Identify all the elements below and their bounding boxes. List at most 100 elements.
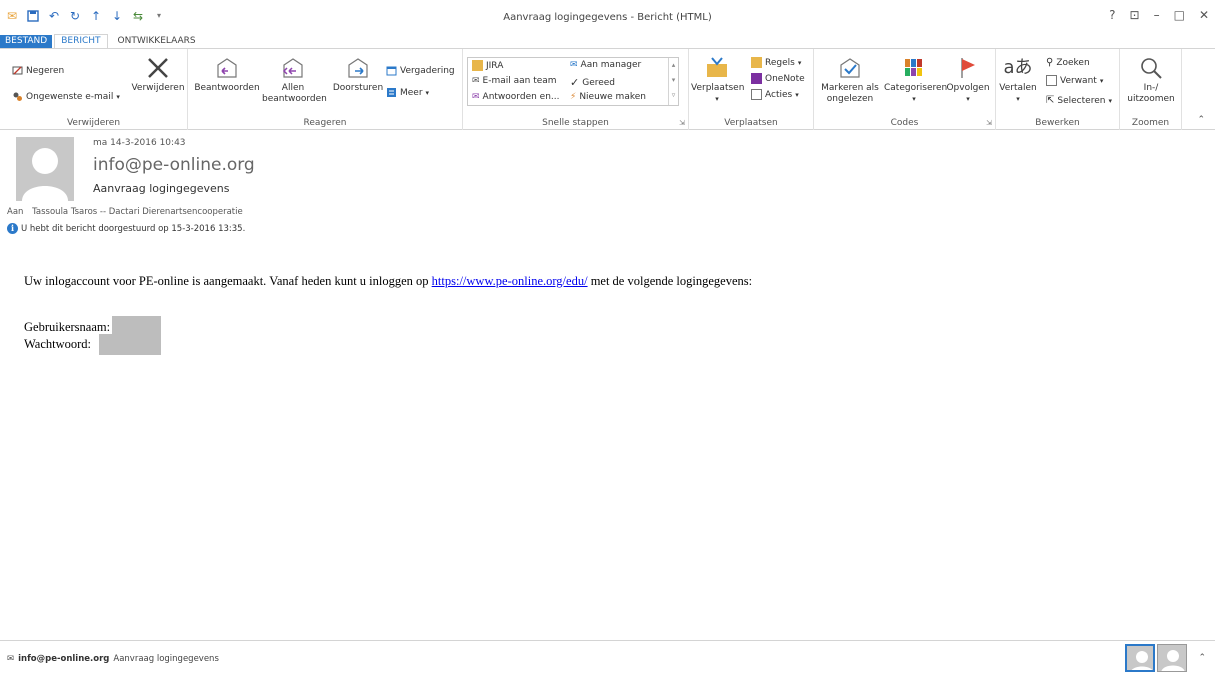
delete-icon (148, 58, 168, 78)
quickstep-gereed[interactable]: ✓ Gereed (570, 76, 615, 89)
group-snelle-stappen: JIRA ✉ Aan manager ✉ E-mail aan team ✓ G… (463, 49, 689, 130)
username-label: Gebruikersnaam: (24, 320, 111, 334)
group-zoomen: In-/ uitzoomen Zoomen (1120, 49, 1182, 130)
acties-button[interactable]: Acties ▾ (751, 89, 799, 100)
onenote-icon (751, 73, 762, 84)
ignore-icon (12, 66, 23, 75)
related-icon (1046, 75, 1057, 86)
meer-button[interactable]: Meer ▾ (386, 87, 429, 98)
markeren-ongelezen-button[interactable]: Markeren als ongelezen (818, 55, 882, 105)
ribbon-display-button[interactable]: ⊡ (1130, 8, 1140, 22)
message-sender[interactable]: info@pe-online.org (93, 155, 255, 175)
more-icon (387, 88, 396, 97)
ribbon-tabs: BESTAND BERICHT ONTWIKKELAARS (0, 34, 1215, 49)
mark-unread-icon (840, 58, 860, 78)
categoriseren-button[interactable]: Categoriseren ▾ (884, 55, 947, 105)
quick-steps-gallery: JIRA ✉ Aan manager ✉ E-mail aan team ✓ G… (467, 57, 679, 106)
dialog-launcher-icon[interactable]: ⇲ (986, 119, 992, 127)
password-redaction (99, 334, 161, 355)
verwijderen-button[interactable]: Verwijderen (130, 55, 186, 94)
people-avatar-selected[interactable] (1125, 644, 1155, 672)
dialog-launcher-icon[interactable]: ⇲ (679, 119, 685, 127)
allen-beantwoorden-button[interactable]: Allen beantwoorden (262, 55, 327, 105)
maximize-button[interactable]: □ (1174, 8, 1185, 22)
vergadering-button[interactable]: Vergadering (386, 65, 455, 76)
magnifier-icon (1141, 58, 1162, 79)
people-avatar[interactable] (1157, 644, 1187, 672)
group-label-verplaatsen: Verplaatsen (724, 118, 778, 128)
message-body-line: Uw inlogaccount voor PE-online is aangem… (24, 274, 753, 288)
forward-icon (348, 58, 368, 78)
group-reageren: Beantwoorden Allen beantwoorden Doorstur… (188, 49, 463, 130)
recipient-label: Aan (7, 207, 24, 217)
quickstep-email-team[interactable]: ✉ E-mail aan team (472, 76, 557, 86)
tab-bericht[interactable]: BERICHT (54, 34, 108, 49)
opvolgen-button[interactable]: Opvolgen ▾ (944, 55, 992, 105)
recipient-value[interactable]: Tassoula Tsaros -- Dactari Dierenartsenc… (32, 207, 243, 217)
message-recipient: Aan Tassoula Tsaros -- Dactari Dierenart… (7, 207, 243, 217)
flag-icon (961, 58, 975, 78)
group-bewerken: aあ Vertalen ▾ ⚲ Zoeken Verwant ▾ ⇱ Selecte… (996, 49, 1120, 130)
quickstep-aan-manager[interactable]: ✉ Aan manager (570, 60, 641, 70)
junk-icon (13, 92, 22, 101)
people-pane-summary[interactable]: ✉ info@pe-online.org Aanvraag logingegev… (7, 654, 219, 664)
reply-delete-icon: ✉ (472, 92, 480, 102)
group-label-snelle-stappen: Snelle stappen (542, 118, 609, 128)
info-icon: i (7, 223, 18, 234)
binoculars-icon: ⚲ (1046, 57, 1054, 68)
group-verplaatsen: Verplaatsen ▾ Regels ▾ OneNote Acties ▾ Ver… (689, 49, 814, 130)
sender-avatar (16, 137, 74, 201)
expand-people-pane-icon[interactable]: ⌃ (1198, 653, 1206, 663)
password-label: Wachtwoord: (24, 337, 92, 351)
group-label-zoomen: Zoomen (1131, 118, 1170, 128)
doorsturen-button[interactable]: Doorsturen (328, 55, 388, 94)
reply-all-icon (282, 58, 303, 78)
cursor-icon: ⇱ (1046, 95, 1055, 106)
checkmark-icon: ✓ (570, 76, 580, 89)
verplaatsen-button[interactable]: Verplaatsen ▾ (691, 55, 744, 105)
ongewenste-email-button[interactable]: Ongewenste e-mail ▾ (12, 91, 120, 102)
rules-icon (751, 57, 762, 68)
collapse-ribbon-icon[interactable]: ⌃ (1197, 115, 1205, 125)
forward-mail-icon: ✉ (570, 60, 578, 70)
group-label-verwijderen: Verwijderen (66, 118, 121, 128)
zoom-button[interactable]: In-/ uitzoomen (1122, 55, 1180, 105)
zoeken-button[interactable]: ⚲ Zoeken (1046, 57, 1090, 68)
group-label-reageren: Reageren (303, 118, 347, 128)
meeting-icon (386, 66, 397, 76)
window-title: Aanvraag logingegevens - Bericht (HTML) (503, 12, 712, 23)
info-bar[interactable]: i U hebt dit bericht doorgestuurd op 15-… (7, 223, 245, 234)
translate-icon: aあ (1003, 57, 1033, 78)
people-pane: ✉ info@pe-online.org Aanvraag logingegev… (0, 640, 1215, 673)
group-label-bewerken: Bewerken (1035, 118, 1080, 128)
folder-icon (472, 60, 483, 71)
tab-ontwikkelaars[interactable]: ONTWIKKELAARS (112, 35, 202, 49)
minimize-button[interactable]: – (1154, 8, 1160, 22)
quickstep-jira[interactable]: JIRA (472, 60, 503, 71)
vertalen-button[interactable]: aあ Vertalen ▾ (998, 55, 1038, 105)
lightning-icon: ⚡ (570, 92, 577, 102)
reply-icon (217, 58, 237, 78)
move-folder-icon (707, 57, 727, 77)
beantwoorden-button[interactable]: Beantwoorden (192, 55, 262, 94)
actions-icon (751, 89, 762, 100)
help-button[interactable]: ? (1109, 8, 1115, 22)
negeren-button[interactable]: Negeren (12, 65, 64, 76)
close-button[interactable]: ✕ (1199, 8, 1209, 22)
login-link[interactable]: https://www.pe-online.org/edu/ (432, 274, 588, 288)
regels-button[interactable]: Regels ▾ (751, 57, 801, 68)
info-text: U hebt dit bericht doorgestuurd op 15-3-… (21, 223, 246, 234)
message-subject: Aanvraag logingegevens (93, 182, 230, 195)
envelope-icon: ✉ (7, 654, 15, 664)
quickstep-nieuwe-maken[interactable]: ⚡ Nieuwe maken (570, 92, 646, 102)
verwant-button[interactable]: Verwant ▾ (1046, 75, 1103, 86)
quickstep-antwoorden[interactable]: ✉ Antwoorden en... (472, 92, 560, 102)
group-codes: Markeren als ongelezen Categoriseren ▾ Op… (814, 49, 996, 130)
message-date: ma 14-3-2016 10:43 (93, 138, 186, 148)
onenote-button[interactable]: OneNote (751, 73, 805, 84)
selecteren-button[interactable]: ⇱ Selecteren ▾ (1046, 95, 1112, 106)
tab-bestand[interactable]: BESTAND (0, 35, 53, 49)
group-verwijderen: Negeren Ongewenste e-mail ▾ Verwijderen V… (0, 49, 188, 130)
quick-steps-scrollbar[interactable]: ▴ ▾ ▿ (668, 58, 678, 105)
group-label-codes: Codes (890, 118, 919, 128)
